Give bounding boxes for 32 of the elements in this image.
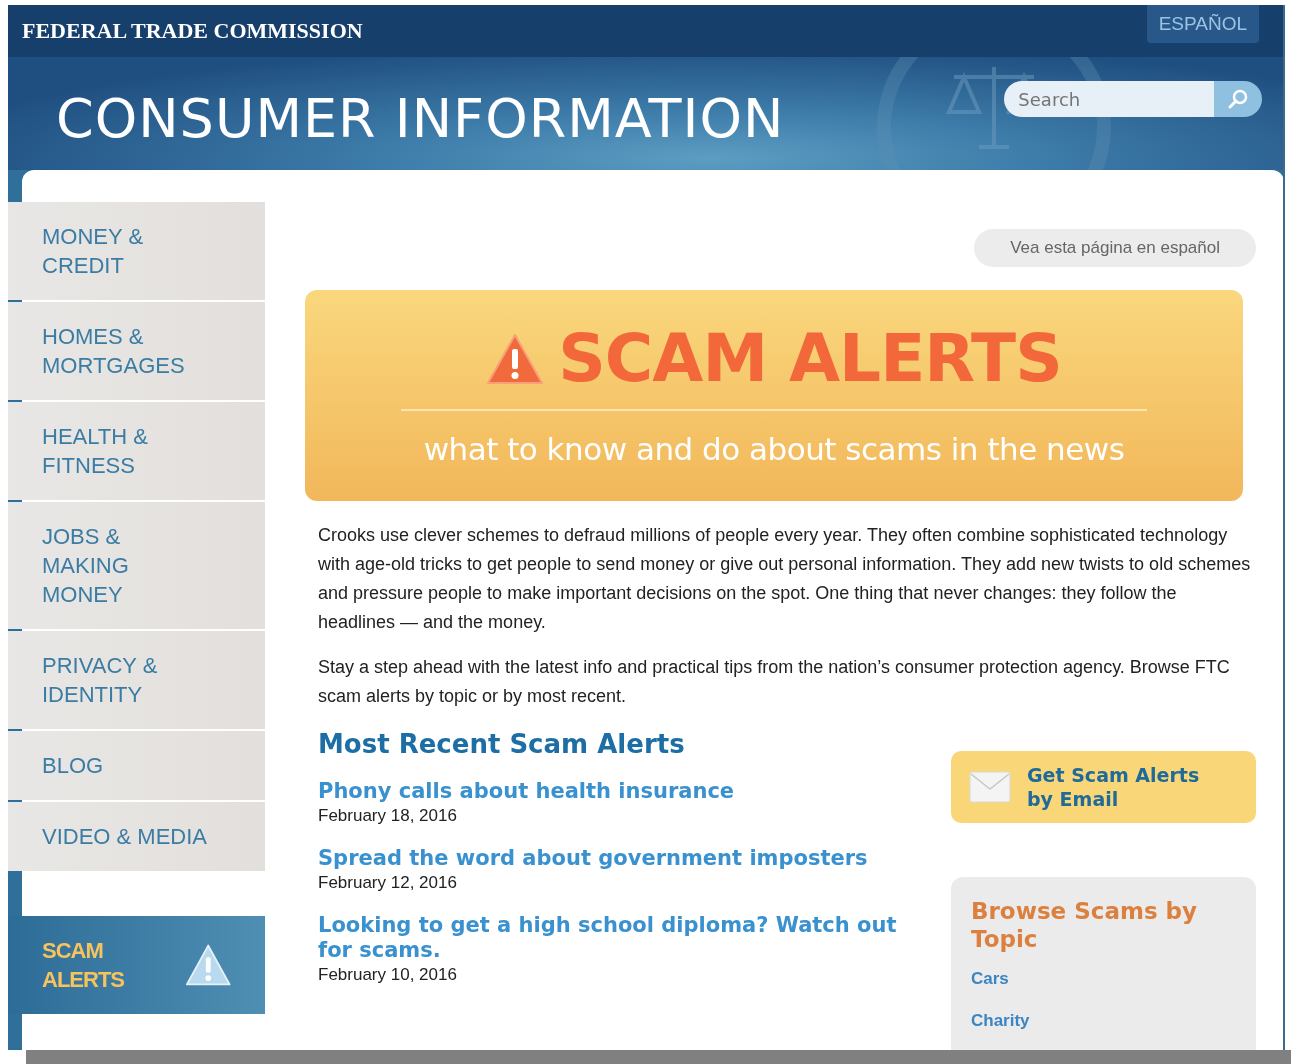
alert-link[interactable]: Phony calls about health insurance <box>318 779 913 804</box>
topic-link[interactable]: Charity <box>971 1011 1236 1031</box>
site-title: CONSUMER INFORMATION <box>56 87 785 150</box>
sidebar-item[interactable]: PRIVACY & IDENTITY <box>8 631 265 729</box>
envelope-icon <box>969 771 1011 803</box>
intro-paragraph: Stay a step ahead with the latest info and practical tips from the nation’s consumer protection agency. Browse FTC scam alerts by topic or by most recent. <box>318 656 1231 708</box>
alert-date: February 12, 2016 <box>318 873 458 893</box>
alert-date: February 10, 2016 <box>318 965 458 985</box>
language-button[interactable]: ESPAÑOL <box>1146 5 1259 43</box>
banner-subtitle: what to know and do about scams in the news <box>423 431 1125 467</box>
banner-title: SCAM ALERTS <box>558 320 1062 397</box>
search-icon <box>1227 88 1250 110</box>
alert-link[interactable]: Spread the word about government imposters <box>318 846 913 871</box>
email-alerts-button[interactable]: Get Scam Alerts by Email <box>951 751 1256 823</box>
section-heading: Most Recent Scam Alerts <box>318 729 686 759</box>
sidebar-item[interactable]: HOMES & MORTGAGES <box>8 302 265 400</box>
search-button[interactable] <box>1214 81 1263 117</box>
spanish-link[interactable]: Vea esta página en español <box>974 229 1256 267</box>
topics-heading: Browse Scams by Topic <box>971 897 1199 953</box>
sidebar-item[interactable]: VIDEO & MEDIA <box>8 802 265 871</box>
warning-icon <box>184 943 231 987</box>
sidebar-item[interactable]: HEALTH & FITNESS <box>8 402 265 500</box>
topic-link[interactable]: Cars <box>971 969 1236 989</box>
sidebar-item[interactable]: BLOG <box>8 731 265 800</box>
search-field[interactable]: Search <box>1004 81 1215 117</box>
alert-link[interactable]: Looking to get a high school diploma? Watch out for scams. <box>318 913 913 963</box>
agency-name: FEDERAL TRADE COMMISSION <box>22 18 363 44</box>
warning-icon <box>486 332 545 385</box>
sidebar-item[interactable]: JOBS & MAKING MONEY <box>8 502 265 629</box>
intro-paragraph: Crooks use clever schemes to defraud millions of people every year. They often combine sophisticated technology with age-old tricks to get people to send money or give out personal information. They add new twists to old schemes and pressure people to make important decisions on the spot. One thing that never changes: they follow the headlines — and the money. <box>318 524 1252 634</box>
alert-date: February 18, 2016 <box>318 806 458 826</box>
sidebar-item[interactable]: MONEY & CREDIT <box>8 202 265 300</box>
